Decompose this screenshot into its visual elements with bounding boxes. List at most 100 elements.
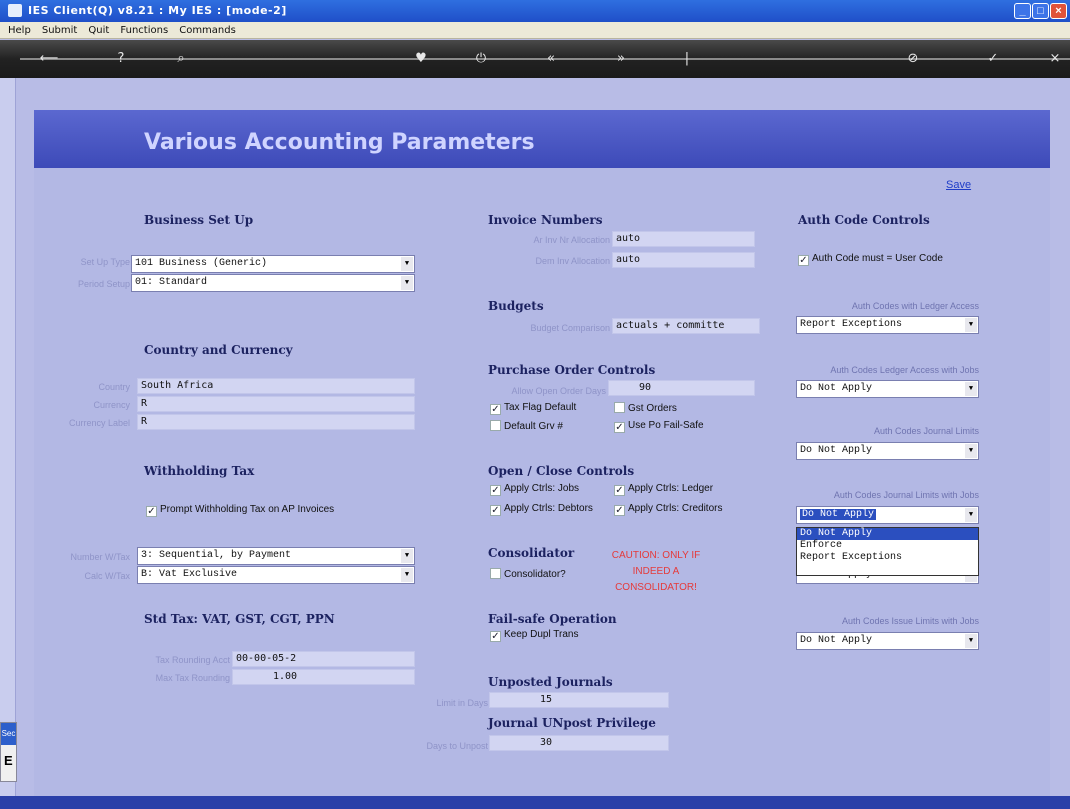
chevron-down-icon[interactable]: ▼ xyxy=(401,549,413,563)
period-setup-select[interactable]: 01: Standard ▼ xyxy=(131,274,415,292)
setup-type-select[interactable]: 101 Business (Generic) ▼ xyxy=(131,255,415,273)
po-failsafe-checkbox[interactable]: ✓ Use Po Fail-Safe xyxy=(614,420,704,433)
dem-allocation-field[interactable]: auto xyxy=(612,252,755,268)
issue-limits-jobs-value: Do Not Apply xyxy=(800,635,873,646)
menu-quit[interactable]: Quit xyxy=(88,22,109,39)
business-heading: Business Set Up xyxy=(144,213,254,227)
empty-checkbox-box[interactable] xyxy=(490,420,501,431)
menu-functions[interactable]: Functions xyxy=(120,22,168,39)
default-grv-label: Default Grv # xyxy=(504,421,563,432)
side-tab[interactable]: Sec E xyxy=(0,722,17,782)
max-tax-rounding-field[interactable]: 1.00 xyxy=(232,669,415,685)
separator-icon: | xyxy=(684,51,690,66)
close-window-button[interactable]: × xyxy=(1050,3,1067,19)
prompt-withholding-checkbox[interactable]: ✓ Prompt Withholding Tax on AP Invoices xyxy=(146,504,334,517)
check-icon[interactable]: ✓ xyxy=(490,404,501,415)
budget-comparison-field[interactable]: actuals + committe xyxy=(612,318,760,334)
double-chevron-right-icon[interactable]: » xyxy=(610,48,632,70)
prompt-withholding-label: Prompt Withholding Tax on AP Invoices xyxy=(160,504,335,515)
check-icon[interactable]: ✓ xyxy=(490,631,501,642)
chevron-down-icon[interactable]: ▼ xyxy=(965,508,977,522)
check-icon[interactable]: ✓ xyxy=(614,505,625,516)
menu-commands[interactable]: Commands xyxy=(179,22,236,39)
apply-debtors-label: Apply Ctrls: Debtors xyxy=(504,503,593,514)
status-bar xyxy=(0,796,1070,809)
gst-orders-checkbox[interactable]: Gst Orders xyxy=(614,402,677,414)
save-link[interactable]: Save xyxy=(946,179,971,191)
issue-limits-jobs-label: Auth Codes Issue Limits with Jobs xyxy=(841,616,979,626)
invoice-heading: Invoice Numbers xyxy=(488,213,603,227)
dropdown-option[interactable]: Report Exceptions xyxy=(797,552,978,564)
minimize-button[interactable]: _ xyxy=(1014,3,1031,19)
ledger-jobs-select[interactable]: Do Not Apply ▼ xyxy=(796,380,979,398)
menu-submit[interactable]: Submit xyxy=(42,22,77,39)
chevron-down-icon[interactable]: ▼ xyxy=(965,382,977,396)
menu-help[interactable]: Help xyxy=(8,22,31,39)
empty-checkbox-box[interactable] xyxy=(614,402,625,413)
check-icon[interactable]: ✓ xyxy=(490,505,501,516)
failsafe-heading: Fail-safe Operation xyxy=(488,612,617,626)
maximize-button[interactable]: □ xyxy=(1032,3,1049,19)
auth-dropdown-list[interactable]: Do Not Apply Enforce Report Exceptions xyxy=(796,527,979,576)
apply-ledger-label: Apply Ctrls: Ledger xyxy=(628,483,714,494)
calc-wtax-select[interactable]: B: Vat Exclusive ▼ xyxy=(137,566,415,584)
check-icon[interactable]: ✓ xyxy=(614,422,625,433)
heart-icon[interactable]: ♥ xyxy=(410,48,432,70)
tax-flag-label: Tax Flag Default xyxy=(504,402,577,413)
arrow-left-icon[interactable]: ⟵ xyxy=(38,48,60,70)
po-heading: Purchase Order Controls xyxy=(488,363,656,377)
check-icon[interactable]: ✓ xyxy=(798,255,809,266)
check-icon[interactable]: ✓ xyxy=(982,48,1004,70)
info-icon[interactable]: ? xyxy=(110,48,132,70)
close-icon[interactable]: × xyxy=(1044,48,1066,70)
country-field[interactable]: South Africa xyxy=(137,378,415,394)
number-wtax-select[interactable]: 3: Sequential, by Payment ▼ xyxy=(137,547,415,565)
dem-allocation-label: Dem Inv Allocation xyxy=(535,256,610,266)
currency-field[interactable]: R xyxy=(137,396,415,412)
auth-must-user-checkbox[interactable]: ✓ Auth Code must = User Code xyxy=(798,253,943,266)
search-icon[interactable]: ⌕ xyxy=(170,48,192,70)
keep-dupl-checkbox[interactable]: ✓ Keep Dupl Trans xyxy=(490,629,579,642)
chevron-down-icon[interactable]: ▼ xyxy=(401,568,413,582)
empty-checkbox-box[interactable] xyxy=(490,568,501,579)
chevron-down-icon[interactable]: ▼ xyxy=(965,318,977,332)
app-icon xyxy=(8,4,22,17)
tax-rounding-acct-field[interactable]: 00-00-05-2 xyxy=(232,651,415,667)
tax-flag-checkbox[interactable]: ✓ Tax Flag Default xyxy=(490,402,576,415)
apply-jobs-checkbox[interactable]: ✓ Apply Ctrls: Jobs xyxy=(490,483,579,496)
apply-ledger-checkbox[interactable]: ✓ Apply Ctrls: Ledger xyxy=(614,483,713,496)
ledger-access-select[interactable]: Report Exceptions ▼ xyxy=(796,316,979,334)
toolbar: ⟵ ? ⌕ ♥ ⏻ « » | ⊘ ✓ × xyxy=(0,40,1070,78)
currency-label-field[interactable]: R xyxy=(137,414,415,430)
chevron-down-icon[interactable]: ▼ xyxy=(401,276,413,290)
chevron-down-icon[interactable]: ▼ xyxy=(965,444,977,458)
currency-label-label: Currency Label xyxy=(68,418,130,428)
journal-limits-jobs-select[interactable]: Do Not Apply ▼ xyxy=(796,506,979,524)
cancel-icon[interactable]: ⊘ xyxy=(902,48,924,70)
check-icon[interactable]: ✓ xyxy=(614,485,625,496)
ar-allocation-field[interactable]: auto xyxy=(612,231,755,247)
open-days-field[interactable]: 90 xyxy=(608,380,755,396)
power-icon[interactable]: ⏻ xyxy=(470,48,492,70)
window-title: IES Client(Q) v8.21 : My IES : [mode-2] xyxy=(28,4,287,17)
gst-orders-label: Gst Orders xyxy=(628,403,677,414)
days-unpost-field[interactable]: 30 xyxy=(489,735,669,751)
issue-limits-jobs-select[interactable]: Do Not Apply ▼ xyxy=(796,632,979,650)
apply-creditors-checkbox[interactable]: ✓ Apply Ctrls: Creditors xyxy=(614,503,722,516)
journal-limits-select[interactable]: Do Not Apply ▼ xyxy=(796,442,979,460)
double-chevron-left-icon[interactable]: « xyxy=(540,48,562,70)
auth-must-user-label: Auth Code must = User Code xyxy=(812,253,943,264)
apply-debtors-checkbox[interactable]: ✓ Apply Ctrls: Debtors xyxy=(490,503,593,516)
check-icon[interactable]: ✓ xyxy=(146,506,157,517)
check-icon[interactable]: ✓ xyxy=(490,485,501,496)
chevron-down-icon[interactable]: ▼ xyxy=(965,634,977,648)
dropdown-option[interactable]: Enforce xyxy=(797,540,978,552)
default-grv-checkbox[interactable]: Default Grv # xyxy=(490,420,563,432)
apply-jobs-label: Apply Ctrls: Jobs xyxy=(504,483,580,494)
limit-days-field[interactable]: 15 xyxy=(489,692,669,708)
chevron-down-icon[interactable]: ▼ xyxy=(401,257,413,271)
menu-bar: Help Submit Quit Functions Commands xyxy=(0,22,1070,39)
consolidator-checkbox[interactable]: Consolidator? xyxy=(490,568,566,580)
dropdown-option[interactable]: Do Not Apply xyxy=(797,528,978,540)
setup-type-value: 101 Business (Generic) xyxy=(135,258,268,269)
